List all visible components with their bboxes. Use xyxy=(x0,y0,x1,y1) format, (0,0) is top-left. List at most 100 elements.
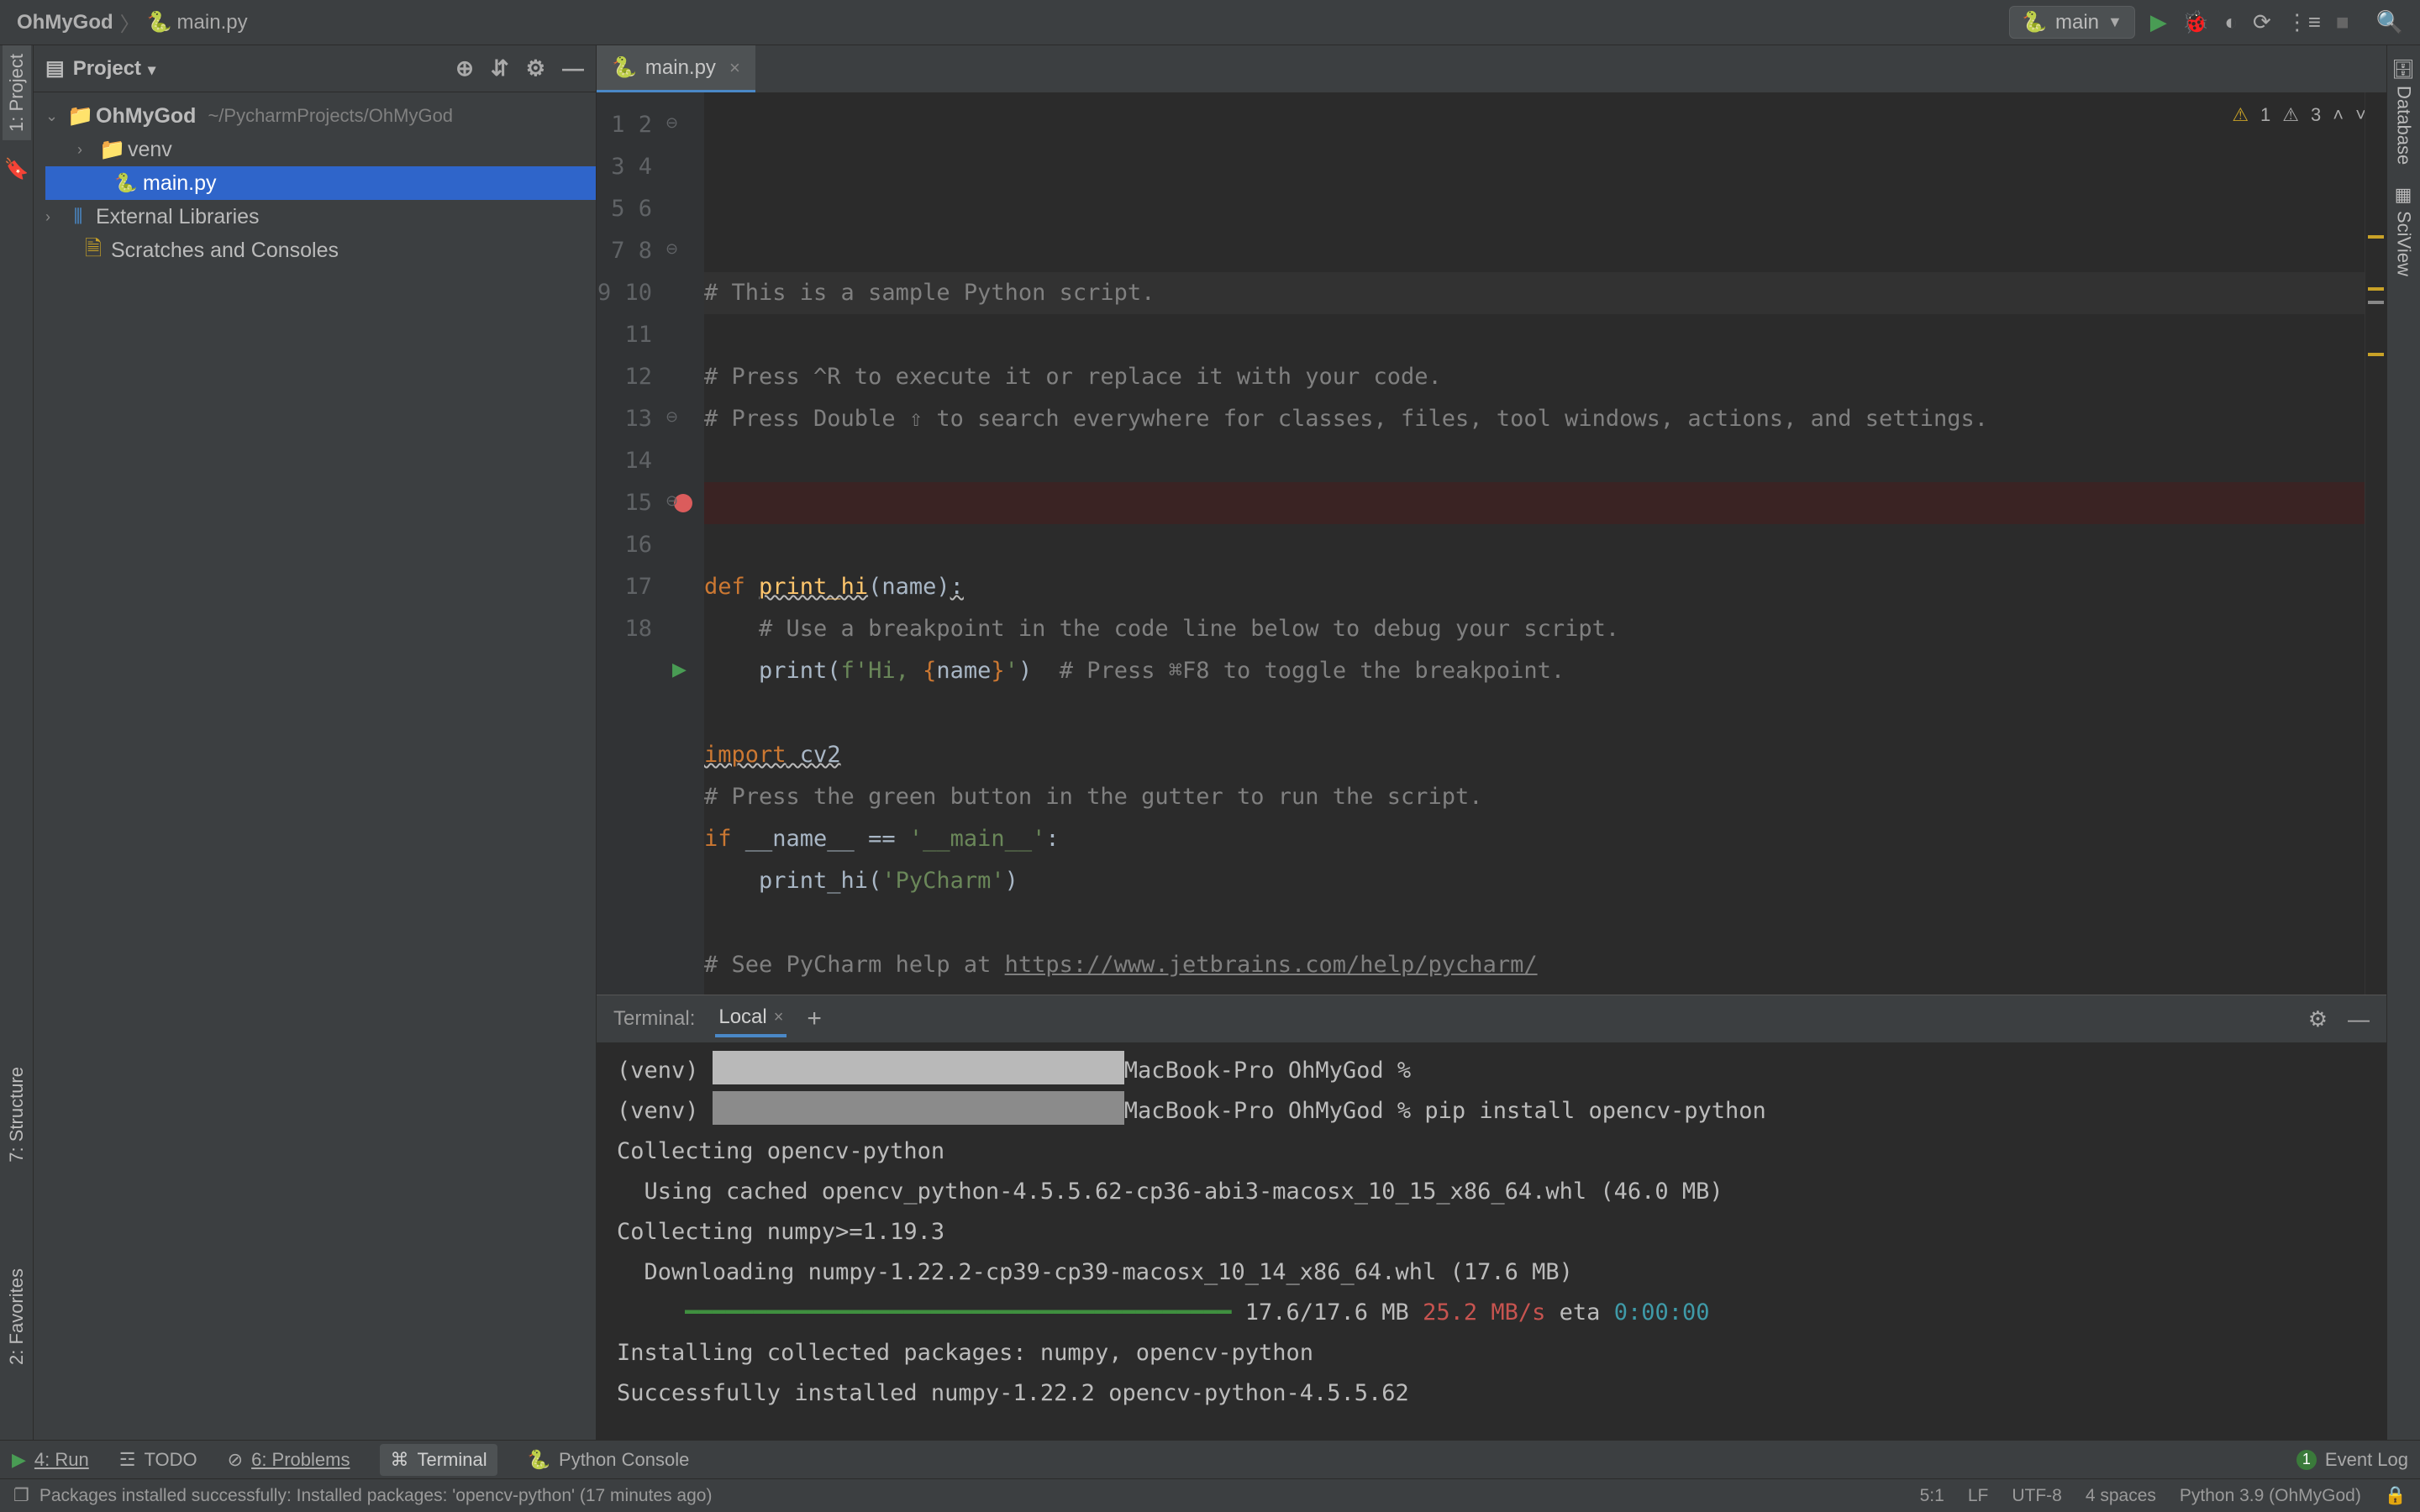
python-file-icon: 🐍 xyxy=(612,55,637,80)
structure-tool-tab[interactable]: 7: Structure xyxy=(3,1058,31,1171)
terminal-output[interactable]: (venv) MacBook-Pro OhMyGod % (venv) MacB… xyxy=(597,1042,2386,1440)
breakpoint-gutter[interactable]: ▶ ⊖ ⊖ ⊖ ⊖ xyxy=(664,92,704,995)
close-icon[interactable]: × xyxy=(774,1008,784,1027)
fold-icon[interactable]: ⊖ xyxy=(666,240,678,258)
database-icon: 🗄 xyxy=(2393,57,2415,81)
interpreter[interactable]: Python 3.9 (OhMyGod) xyxy=(2180,1486,2361,1506)
terminal-tool-tab[interactable]: ⌘ Terminal xyxy=(380,1444,497,1476)
tree-item-label: venv xyxy=(128,138,172,162)
tree-scratches[interactable]: 🗎 Scratches and Consoles xyxy=(45,234,596,267)
settings-icon[interactable]: ⚙ xyxy=(2308,1006,2328,1032)
python-file-icon: 🐍 xyxy=(147,10,172,34)
code-editor[interactable]: 1 2 3 4 5 6 7 8 9 10 11 12 13 14 15 16 1… xyxy=(597,92,2386,995)
status-message[interactable]: Packages installed successfully: Install… xyxy=(39,1486,713,1506)
python-icon: 🐍 xyxy=(528,1449,550,1471)
indent-info[interactable]: 4 spaces xyxy=(2086,1486,2156,1506)
editor-tab-main[interactable]: 🐍 main.py × xyxy=(597,45,755,92)
library-icon: ⫴ xyxy=(67,205,89,229)
sciview-tool-tab[interactable]: ▦ SciView xyxy=(2390,176,2418,285)
tab-label: TODO xyxy=(144,1449,197,1471)
editor-tabs: 🐍 main.py × xyxy=(597,45,2386,92)
python-console-tool-tab[interactable]: 🐍 Python Console xyxy=(528,1449,690,1471)
code-content[interactable]: # This is a sample Python script. # Pres… xyxy=(704,92,2365,995)
python-file-icon: 🐍 xyxy=(2022,10,2047,34)
tab-label: Terminal xyxy=(417,1449,487,1471)
profile-button[interactable]: ⟳ xyxy=(2253,9,2271,35)
warning-count: 1 xyxy=(2260,104,2270,126)
tab-label: Event Log xyxy=(2325,1449,2408,1471)
tree-venv[interactable]: › 📁 venv xyxy=(45,133,596,166)
bookmarks-icon[interactable]: 🔖 xyxy=(4,157,29,181)
python-file-icon: 🐍 xyxy=(114,172,136,194)
fold-icon[interactable]: ⊖ xyxy=(666,114,678,132)
hide-button[interactable]: — xyxy=(2348,1006,2370,1032)
run-config-selector[interactable]: 🐍 main ▼ xyxy=(2009,6,2135,39)
editor-tab-label: main.py xyxy=(645,56,716,80)
chevron-down-icon: ⌄ xyxy=(45,108,60,125)
breadcrumb-project[interactable]: OhMyGod xyxy=(17,11,113,34)
hide-button[interactable]: — xyxy=(562,55,584,81)
tree-main-py[interactable]: 🐍 main.py xyxy=(45,166,596,200)
weak-warning-count: 3 xyxy=(2311,104,2321,126)
line-number-gutter[interactable]: 1 2 3 4 5 6 7 8 9 10 11 12 13 14 15 16 1… xyxy=(597,92,664,995)
status-window-icon[interactable]: ❐ xyxy=(13,1485,29,1506)
project-tree[interactable]: ⌄ 📁 OhMyGod ~/PycharmProjects/OhMyGod › … xyxy=(34,92,596,274)
terminal-icon: ⌘ xyxy=(390,1449,408,1471)
new-terminal-button[interactable]: + xyxy=(807,1005,822,1033)
run-button[interactable]: ▶ xyxy=(2150,9,2167,35)
inspection-widget[interactable]: ⚠1 ⚠3 ˄ ˅ xyxy=(2232,104,2366,126)
tree-item-label: External Libraries xyxy=(96,205,260,229)
tree-external-libs[interactable]: › ⫴ External Libraries xyxy=(45,200,596,234)
bottom-tool-tabs: ▶4: Run ☲TODO ⊘ 6: Problems ⌘ Terminal 🐍 Py… xyxy=(0,1440,2420,1478)
more-run-button[interactable]: ⋮≡ xyxy=(2286,9,2321,35)
breadcrumb-file[interactable]: 🐍 main.py xyxy=(147,10,248,34)
search-everywhere-button[interactable]: 🔍 xyxy=(2376,9,2403,35)
project-tool-tab[interactable]: 1: Project xyxy=(3,45,31,140)
tab-label: 4: Run xyxy=(34,1449,89,1471)
fold-icon[interactable]: ⊖ xyxy=(666,408,678,426)
breadcrumb-sep-icon: 〉 xyxy=(120,8,140,37)
sciview-icon: ▦ xyxy=(2393,185,2415,206)
tree-item-label: Scratches and Consoles xyxy=(111,239,339,263)
sciview-label: SciView xyxy=(2393,211,2415,276)
fold-icon[interactable]: ⊖ xyxy=(666,492,678,510)
terminal-tool-window: Terminal: Local × + ⚙ — (venv) MacBook-P… xyxy=(597,995,2386,1440)
tree-item-label: main.py xyxy=(143,171,217,196)
caret-position[interactable]: 5:1 xyxy=(1920,1486,1944,1506)
error-stripe[interactable] xyxy=(2365,92,2386,995)
tab-label: Python Console xyxy=(559,1449,689,1471)
problems-tool-tab[interactable]: ⊘ 6: Problems xyxy=(228,1449,350,1471)
terminal-tab-local[interactable]: Local × xyxy=(715,1000,786,1037)
favorites-tool-tab[interactable]: 2: Favorites xyxy=(3,1260,31,1373)
stop-button[interactable]: ■ xyxy=(2336,9,2349,35)
lock-icon[interactable]: 🔒 xyxy=(2385,1486,2407,1506)
run-gutter-icon[interactable]: ▶ xyxy=(672,659,687,680)
run-config-label: main xyxy=(2055,11,2099,34)
terminal-header: Terminal: Local × + ⚙ — xyxy=(597,995,2386,1042)
tab-label: 6: Problems xyxy=(251,1449,350,1471)
breadcrumb[interactable]: OhMyGod 〉 🐍 main.py xyxy=(17,8,248,37)
debug-button[interactable]: 🐞 xyxy=(2182,9,2209,35)
database-tool-tab[interactable]: 🗄Database xyxy=(2390,49,2418,173)
todo-tool-tab[interactable]: ☲TODO xyxy=(119,1449,197,1471)
expand-all-button[interactable]: ⇵ xyxy=(491,55,509,81)
terminal-title: Terminal: xyxy=(613,1007,695,1031)
scratches-icon: 🗎 xyxy=(82,233,104,269)
editor-area: 🐍 main.py × 1 2 3 4 5 6 7 8 9 10 11 12 1… xyxy=(597,45,2386,1440)
tree-root-path: ~/PycharmProjects/OhMyGod xyxy=(208,105,453,127)
event-log-tab[interactable]: 1 Event Log xyxy=(2296,1449,2408,1471)
warning-icon: ⚠ xyxy=(2232,104,2249,126)
run-tool-tab[interactable]: ▶4: Run xyxy=(12,1449,89,1471)
locate-file-button[interactable]: ⊕ xyxy=(455,55,474,81)
problems-icon: ⊘ xyxy=(228,1449,243,1471)
folder-icon: 📁 xyxy=(99,138,121,162)
close-tab-icon[interactable]: × xyxy=(729,57,740,79)
line-ending[interactable]: LF xyxy=(1968,1486,1989,1506)
coverage-button[interactable]: ◐ xyxy=(2224,9,2238,35)
project-view-selector[interactable]: Project xyxy=(73,57,155,81)
event-badge: 1 xyxy=(2296,1450,2317,1470)
encoding[interactable]: UTF-8 xyxy=(2012,1486,2062,1506)
tree-root[interactable]: ⌄ 📁 OhMyGod ~/PycharmProjects/OhMyGod xyxy=(45,99,596,133)
settings-icon[interactable]: ⚙ xyxy=(526,55,545,81)
chevron-up-icon[interactable]: ˄ xyxy=(2333,104,2344,126)
